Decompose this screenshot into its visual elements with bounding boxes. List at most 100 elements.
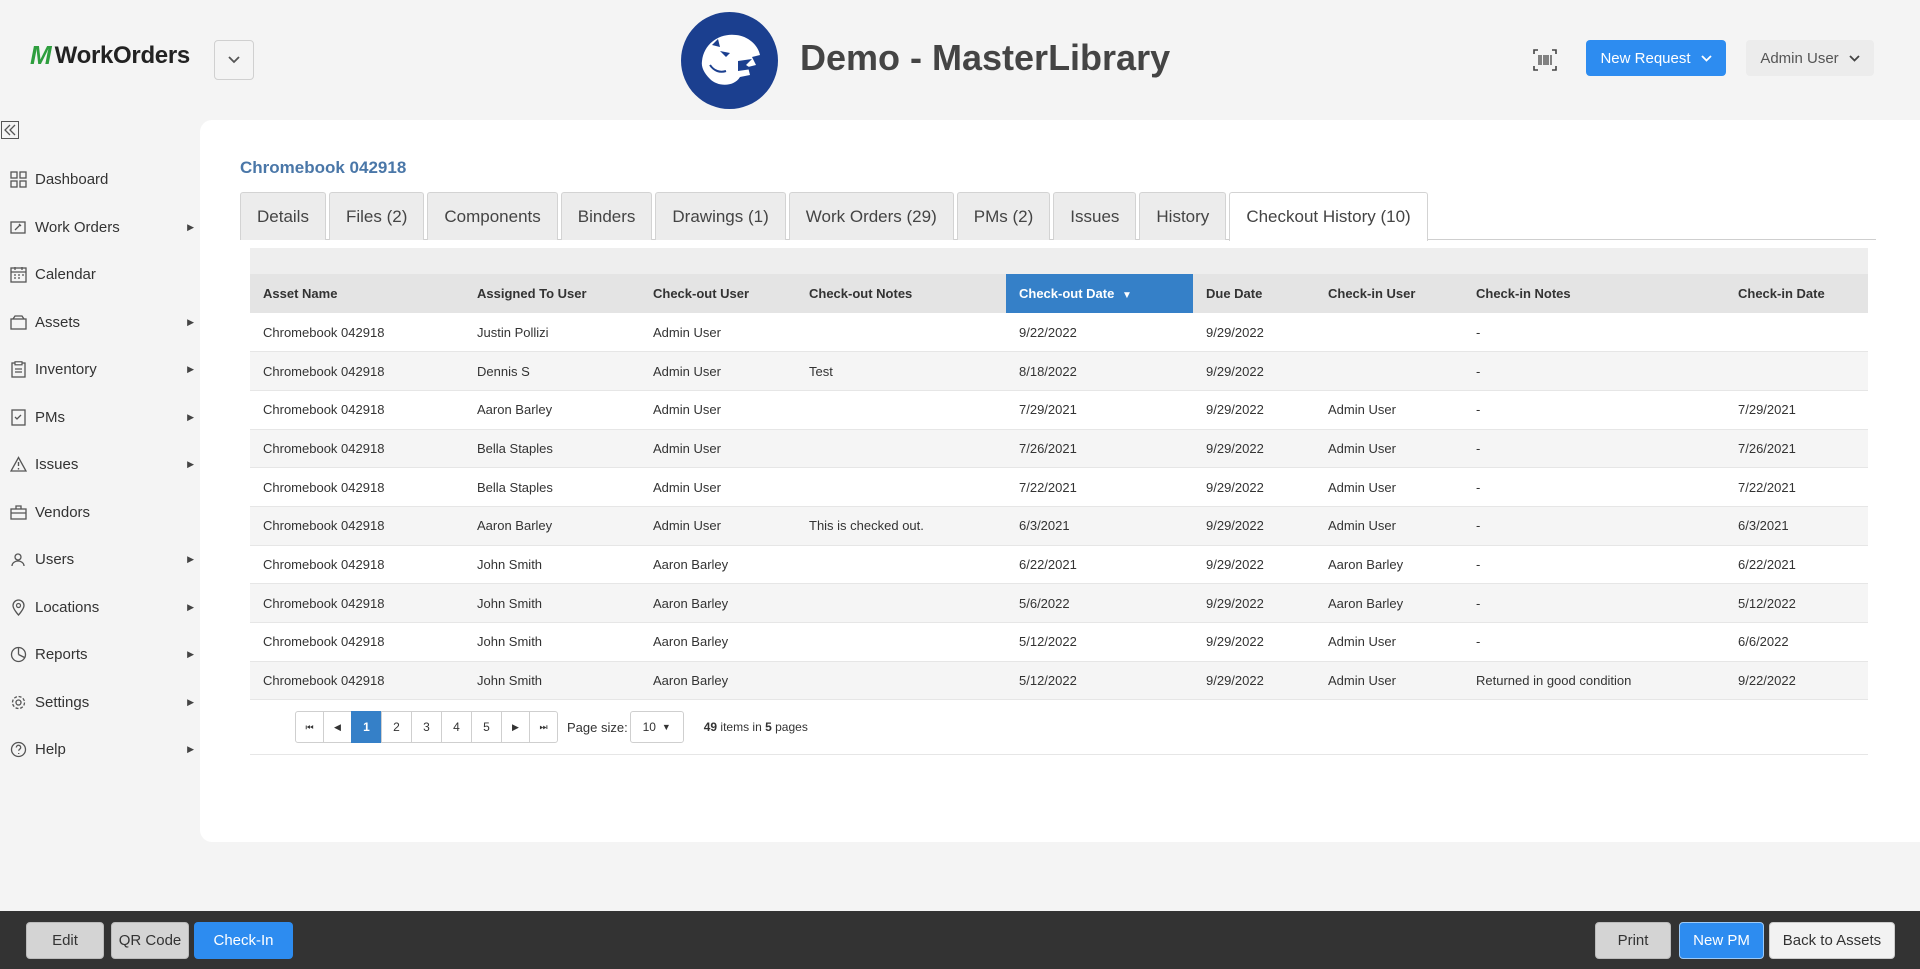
- column-header-assigned-to-user[interactable]: Assigned To User: [464, 274, 640, 313]
- sidebar-item-pms[interactable]: PMs ▶: [0, 394, 200, 442]
- checkout-history-grid: Asset Name Assigned To User Check-out Us…: [250, 248, 1868, 756]
- cell-check-in-notes: Returned in good condition: [1463, 661, 1725, 701]
- submenu-arrow-icon: ▶: [187, 221, 194, 232]
- sidebar-nav: Dashboard Work Orders ▶ Calendar Assets …: [0, 156, 200, 774]
- column-header-check-out-user[interactable]: Check-out User: [640, 274, 796, 313]
- sidebar-item-vendors[interactable]: Vendors: [0, 489, 200, 537]
- sidebar-collapse-button[interactable]: [0, 120, 20, 140]
- qr-code-button[interactable]: QR Code: [111, 922, 189, 959]
- sidebar-item-settings[interactable]: Settings ▶: [0, 679, 200, 727]
- page-button-4[interactable]: 4: [441, 711, 472, 744]
- table-row[interactable]: Chromebook 042918 John Smith Aaron Barley 5…: [250, 661, 1868, 701]
- table-row[interactable]: Chromebook 042918 Dennis S Admin User Test 8…: [250, 351, 1868, 391]
- table-row[interactable]: Chromebook 042918 John Smith Aaron Barley 5…: [250, 583, 1868, 623]
- cell-assigned-to-user: John Smith: [464, 622, 640, 662]
- sort-descending-icon: ▼: [1121, 290, 1132, 301]
- sidebar-item-work-orders[interactable]: Work Orders ▶: [0, 204, 200, 252]
- cell-check-out-user: Aaron Barley: [640, 583, 796, 623]
- cell-check-out-user: Admin User: [640, 313, 796, 353]
- sidebar-item-issues[interactable]: Issues ▶: [0, 441, 200, 489]
- table-row[interactable]: Chromebook 042918 Aaron Barley Admin User 7…: [250, 390, 1868, 430]
- sidebar-item-dashboard[interactable]: Dashboard: [0, 156, 200, 204]
- column-header-asset-name[interactable]: Asset Name: [250, 274, 464, 313]
- pager-info: 49 items in 5 pages: [704, 720, 808, 734]
- app-logo[interactable]: M WorkOrders: [30, 40, 190, 71]
- sidebar-item-users[interactable]: Users ▶: [0, 536, 200, 584]
- new-request-button[interactable]: New Request: [1586, 40, 1726, 76]
- tab-details[interactable]: Details: [240, 192, 326, 240]
- table-body: Chromebook 042918 Justin Pollizi Admin Use…: [250, 313, 1868, 701]
- tab-drawings[interactable]: Drawings (1): [655, 192, 786, 240]
- edit-button[interactable]: Edit: [26, 922, 104, 959]
- table-row[interactable]: Chromebook 042918 John Smith Aaron Barley 5…: [250, 622, 1868, 662]
- tab-pms[interactable]: PMs (2): [956, 192, 1051, 240]
- table-row[interactable]: Chromebook 042918 Justin Pollizi Admin Use…: [250, 313, 1868, 353]
- barcode-icon: [1533, 49, 1557, 71]
- tab-history[interactable]: History: [1139, 192, 1227, 240]
- tab-work-orders[interactable]: Work Orders (29): [788, 192, 954, 240]
- pages-text: pages: [775, 720, 808, 735]
- cell-asset-name: Chromebook 042918: [250, 506, 464, 546]
- page-button-5[interactable]: 5: [471, 711, 502, 744]
- tab-components[interactable]: Components: [427, 192, 558, 240]
- double-chevron-left-icon: [1, 121, 19, 139]
- chevron-down-icon: [228, 56, 240, 64]
- column-header-check-out-notes[interactable]: Check-out Notes: [796, 274, 1006, 313]
- back-to-assets-button[interactable]: Back to Assets: [1769, 922, 1895, 959]
- sidebar-item-inventory[interactable]: Inventory ▶: [0, 346, 200, 394]
- tab-files[interactable]: Files (2): [328, 192, 425, 240]
- new-pm-button[interactable]: New PM: [1679, 922, 1764, 959]
- cell-check-out-date: 7/22/2021: [1006, 467, 1193, 507]
- table-row[interactable]: Chromebook 042918 Bella Staples Admin User…: [250, 467, 1868, 507]
- cell-asset-name: Chromebook 042918: [250, 583, 464, 623]
- column-header-check-in-notes[interactable]: Check-in Notes: [1463, 274, 1725, 313]
- tab-issues[interactable]: Issues: [1053, 192, 1137, 240]
- barcode-scan-button[interactable]: [1532, 47, 1558, 73]
- tab-checkout-history[interactable]: Checkout History (10): [1229, 192, 1428, 241]
- page-size-select[interactable]: 10 ▼: [629, 711, 684, 744]
- sidebar-item-label: Inventory: [35, 361, 97, 379]
- sidebar-item-locations[interactable]: Locations ▶: [0, 584, 200, 632]
- cell-check-out-user: Admin User: [640, 506, 796, 546]
- sidebar-item-assets[interactable]: Assets ▶: [0, 299, 200, 347]
- sidebar-item-calendar[interactable]: Calendar: [0, 251, 200, 299]
- next-page-button[interactable]: ▶: [501, 711, 530, 744]
- table-row[interactable]: Chromebook 042918 John Smith Aaron Barley 6…: [250, 545, 1868, 585]
- app-switcher-dropdown[interactable]: [214, 40, 254, 80]
- cell-check-out-user: Admin User: [640, 390, 796, 430]
- calendar-icon: [9, 266, 27, 284]
- cell-due-date: 9/29/2022: [1193, 545, 1315, 585]
- check-in-button[interactable]: Check-In: [194, 922, 293, 959]
- cell-check-in-notes: -: [1463, 429, 1725, 469]
- tab-binders[interactable]: Binders: [560, 192, 653, 240]
- cell-check-out-notes: [796, 661, 1006, 701]
- first-page-icon: ⏮: [305, 721, 314, 732]
- column-header-due-date[interactable]: Due Date: [1193, 274, 1315, 313]
- sidebar-item-help[interactable]: Help ▶: [0, 726, 200, 774]
- sidebar-item-label: Reports: [35, 646, 88, 664]
- column-header-check-in-date[interactable]: Check-in Date: [1725, 274, 1868, 313]
- cell-due-date: 9/29/2022: [1193, 661, 1315, 701]
- table-row[interactable]: Chromebook 042918 Bella Staples Admin User…: [250, 429, 1868, 469]
- column-header-label: Check-out Date: [1019, 286, 1115, 301]
- cell-due-date: 9/29/2022: [1193, 313, 1315, 353]
- print-button[interactable]: Print: [1595, 922, 1671, 959]
- first-page-button[interactable]: ⏮: [295, 711, 324, 744]
- asset-detail-card: Chromebook 042918 Details Files (2) Comp…: [200, 120, 1920, 842]
- sidebar-item-reports[interactable]: Reports ▶: [0, 631, 200, 679]
- asset-title: Chromebook 042918: [240, 158, 407, 177]
- table-row[interactable]: Chromebook 042918 Aaron Barley Admin User T…: [250, 506, 1868, 546]
- grid-pager: ⏮ ◀ 1 2 3 4 5 ▶ ⏭ Page size: 10 ▼ 49 ite…: [250, 700, 1868, 756]
- previous-page-button[interactable]: ◀: [323, 711, 352, 744]
- cell-check-out-date: 5/12/2022: [1006, 661, 1193, 701]
- column-header-check-in-user[interactable]: Check-in User: [1315, 274, 1463, 313]
- page-button-1[interactable]: 1: [351, 711, 382, 744]
- submenu-arrow-icon: ▶: [187, 554, 194, 565]
- page-button-2[interactable]: 2: [381, 711, 412, 744]
- cell-asset-name: Chromebook 042918: [250, 390, 464, 430]
- last-page-button[interactable]: ⏭: [529, 711, 558, 744]
- page-button-3[interactable]: 3: [411, 711, 442, 744]
- column-header-check-out-date[interactable]: Check-out Date ▼: [1006, 274, 1193, 313]
- cell-asset-name: Chromebook 042918: [250, 661, 464, 701]
- user-menu-button[interactable]: Admin User: [1746, 40, 1874, 76]
